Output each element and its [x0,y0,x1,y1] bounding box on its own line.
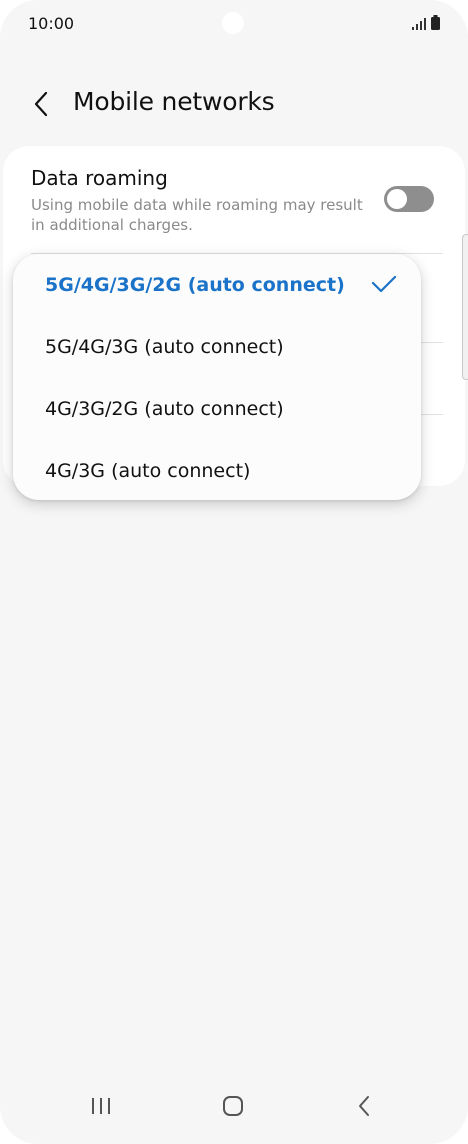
data-roaming-toggle[interactable] [384,186,434,212]
front-camera-cutout [222,12,244,34]
option-label: 5G/4G/3G/2G (auto connect) [45,274,345,296]
home-button[interactable] [213,1086,253,1126]
back-icon [359,1096,369,1116]
navigation-bar [0,1086,468,1126]
data-roaming-title[interactable]: Data roaming [31,166,168,190]
nav-back-button[interactable] [344,1086,384,1126]
network-mode-option-4g-3g-2g[interactable]: 4G/3G/2G (auto connect) [13,378,421,440]
data-roaming-description: Using mobile data while roaming may resu… [31,196,363,234]
phone-screen: 10:00 Mobile networks Data roaming Using… [0,0,468,1144]
status-time: 10:00 [28,14,75,33]
network-mode-option-4g-3g[interactable]: 4G/3G (auto connect) [13,440,421,502]
battery-icon [431,15,440,30]
chevron-left-icon [34,91,48,117]
scroll-handle[interactable] [462,234,468,380]
signal-icon [412,18,426,30]
back-button[interactable] [26,86,56,122]
status-icons [412,15,440,30]
network-mode-option-5g-4g-3g-2g[interactable]: 5G/4G/3G/2G (auto connect) [13,254,421,316]
option-label: 4G/3G (auto connect) [45,460,251,482]
recent-apps-button[interactable] [81,1086,121,1126]
checkmark-icon [371,275,397,293]
recent-apps-icon [92,1098,110,1114]
option-label: 4G/3G/2G (auto connect) [45,398,284,420]
network-mode-popup: 5G/4G/3G/2G (auto connect) 5G/4G/3G (aut… [13,254,421,500]
page-title: Mobile networks [73,87,275,116]
home-icon [223,1096,243,1116]
option-label: 5G/4G/3G (auto connect) [45,336,284,358]
network-mode-option-5g-4g-3g[interactable]: 5G/4G/3G (auto connect) [13,316,421,378]
